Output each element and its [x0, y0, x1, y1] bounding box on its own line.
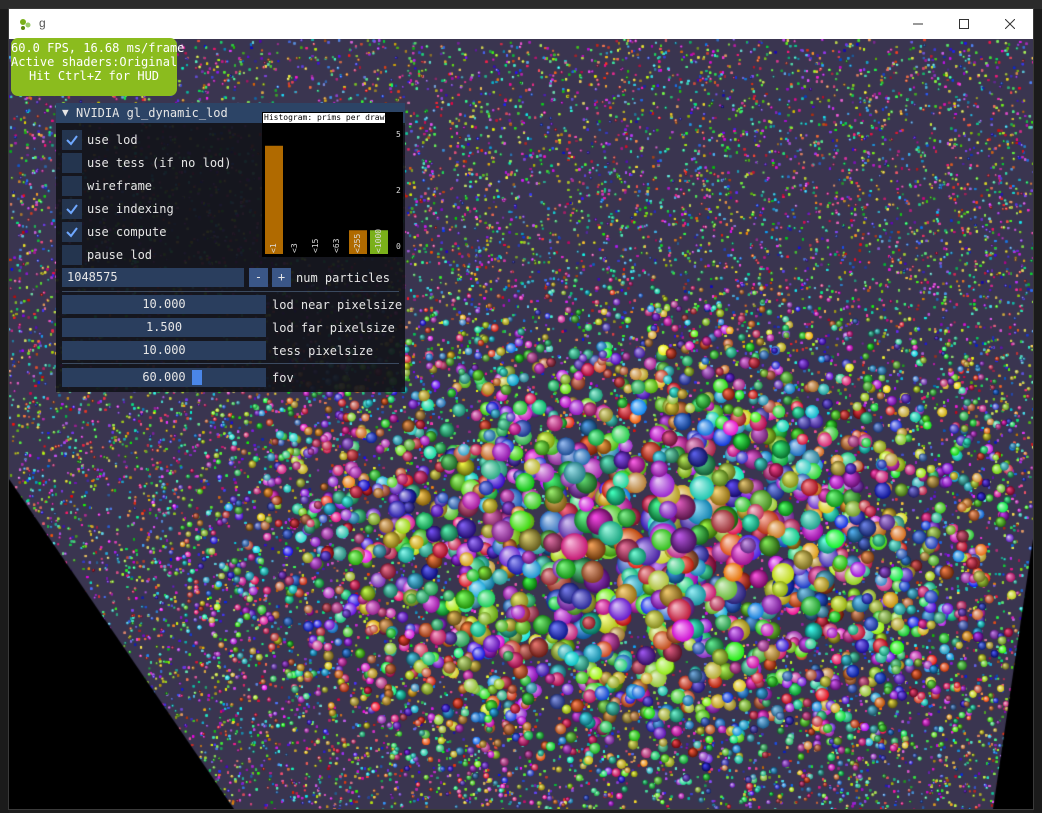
slider-label: lod near pixelsize [272, 298, 403, 312]
slider-value: 10.000 [142, 343, 186, 357]
checkmark-icon [66, 204, 78, 215]
maximize-button[interactable] [941, 9, 987, 39]
checkbox-box[interactable] [62, 222, 82, 242]
slider-value: 10.000 [142, 297, 186, 311]
separator [62, 363, 399, 364]
checkbox-box[interactable] [62, 153, 82, 173]
histogram-tick-label: <1000 [374, 228, 383, 253]
checkbox-label: use compute [87, 225, 167, 239]
slider-lod-far[interactable]: 1.500 [62, 318, 266, 337]
slider-label: fov [272, 371, 294, 385]
hud-overlay: 60.0 FPS, 16.68 ms/frame Active shaders:… [11, 38, 185, 96]
checkbox-label: use indexing [87, 202, 174, 216]
window-title: g [39, 16, 46, 30]
slider-label: tess pixelsize [272, 344, 374, 358]
histogram-chart: Histogram: prims per draw 5 2 0 <1 <3 <15 <… [262, 112, 403, 257]
checkmark-icon [66, 135, 78, 146]
minimize-button[interactable] [895, 9, 941, 39]
checkbox-box[interactable] [62, 130, 82, 150]
desktop-right-strip [1033, 9, 1042, 813]
title-bar[interactable]: g [9, 9, 1033, 39]
num-particles-label: num particles [296, 271, 390, 285]
histogram-tick-label: <15 [311, 238, 320, 253]
checkbox-box[interactable] [62, 199, 82, 219]
checkbox-label: use tess (if no lod) [87, 156, 232, 170]
slider-lod-near[interactable]: 10.000 [62, 295, 266, 314]
hud-fps: 60.0 FPS, 16.68 ms/frame [11, 41, 185, 55]
checkbox-label: wireframe [87, 179, 153, 193]
num-particles-value: 1048575 [67, 270, 118, 284]
desktop-top-strip [0, 0, 1042, 9]
panel-title: NVIDIA gl_dynamic_lod [76, 106, 228, 120]
slider-fov[interactable]: 60.000 [62, 368, 266, 387]
hud-hint: Hit Ctrl+Z for HUD [28, 69, 160, 83]
hud-shaders: Active shaders:Original [11, 55, 178, 69]
checkbox-label: pause lod [87, 248, 153, 262]
decrement-button[interactable]: - [249, 268, 268, 287]
separator [62, 291, 399, 292]
slider-grab-handle[interactable] [192, 370, 202, 385]
checkmark-icon [66, 227, 78, 238]
desktop-left-strip [0, 9, 9, 813]
num-particles-input[interactable]: 1048575 [62, 268, 244, 287]
slider-value: 1.500 [145, 320, 183, 334]
histogram-y-label: 0 [396, 242, 401, 251]
checkbox-label: use lod [87, 133, 138, 147]
collapse-triangle-icon[interactable]: ▼ [62, 106, 69, 119]
histogram-bar [265, 145, 283, 254]
close-icon [1005, 19, 1015, 29]
histogram-title: Histogram: prims per draw [263, 113, 386, 123]
slider-value: 60.000 [142, 370, 186, 384]
histogram-y-label: 2 [396, 186, 401, 195]
histogram-tick-label: <1 [269, 243, 278, 253]
histogram-tick-label: <255 [353, 233, 362, 253]
checkbox-box[interactable] [62, 176, 82, 196]
minimize-icon [913, 23, 923, 25]
close-button[interactable] [987, 9, 1033, 39]
app-icon [17, 16, 33, 32]
increment-button[interactable]: + [272, 268, 291, 287]
settings-panel: ▼ NVIDIA gl_dynamic_lod use lod use tess… [56, 103, 405, 392]
checkbox-box[interactable] [62, 245, 82, 265]
histogram-y-label: 5 [396, 130, 401, 139]
slider-label: lod far pixelsize [272, 321, 395, 335]
histogram-tick-label: <63 [332, 238, 341, 253]
histogram-tick-label: <3 [290, 243, 299, 253]
slider-tess-pixelsize[interactable]: 10.000 [62, 341, 266, 360]
maximize-icon [959, 19, 969, 29]
